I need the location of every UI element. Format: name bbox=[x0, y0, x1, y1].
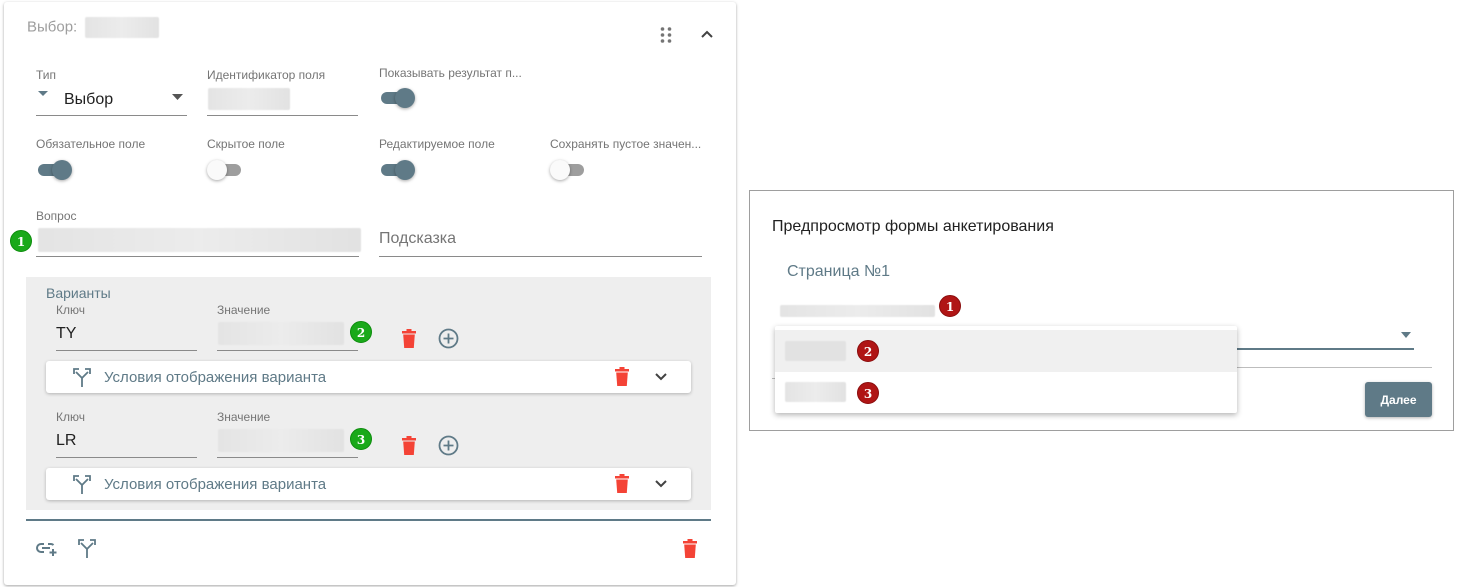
chevron-up-icon[interactable] bbox=[697, 24, 717, 44]
dropdown-option[interactable]: 2 bbox=[775, 330, 1237, 372]
variant-conditions-label: Условия отображения варианта bbox=[104, 369, 327, 386]
type-select-underline bbox=[36, 115, 187, 116]
preview-dropdown-menu: 2 3 bbox=[775, 326, 1237, 413]
preview-select-underline bbox=[1236, 348, 1414, 350]
page-title: Страница №1 bbox=[787, 263, 891, 280]
card-title-prefix: Выбор: bbox=[27, 18, 78, 36]
next-button[interactable]: Далее bbox=[1365, 382, 1432, 417]
dropdown-option[interactable]: 3 bbox=[775, 371, 1237, 413]
variant-value-underline bbox=[217, 457, 358, 458]
add-circle-icon[interactable] bbox=[438, 328, 459, 349]
field-editor-card: Выбор: Тип Выбор Идентификатор поля Пока… bbox=[4, 2, 736, 585]
field-id-input[interactable] bbox=[208, 88, 290, 110]
variant-conditions-bar[interactable]: Условия отображения варианта bbox=[46, 361, 691, 393]
redacted-field-name bbox=[85, 17, 160, 38]
fork-icon bbox=[73, 475, 91, 494]
form-preview-panel: Предпросмотр формы анкетирования Страниц… bbox=[749, 190, 1454, 431]
variants-panel: Варианты Ключ TY Значение 2 Условия отоб… bbox=[26, 277, 711, 510]
preview-divider bbox=[1236, 367, 1432, 368]
question-badge: 1 bbox=[10, 230, 32, 252]
preview-question-badge: 1 bbox=[939, 295, 961, 317]
variant-badge: 2 bbox=[350, 321, 372, 343]
variant-value-label: Значение bbox=[217, 410, 271, 424]
question-label: Вопрос bbox=[36, 209, 77, 223]
chevron-down-icon[interactable] bbox=[654, 479, 668, 489]
trash-icon[interactable] bbox=[401, 436, 417, 455]
option-text bbox=[785, 382, 846, 402]
save-empty-label: Сохранять пустое значен... bbox=[550, 137, 702, 151]
option-badge: 2 bbox=[857, 340, 879, 362]
required-label: Обязательное поле bbox=[36, 137, 146, 151]
option-badge: 3 bbox=[857, 382, 879, 404]
show-result-label: Показывать результат п... bbox=[379, 66, 522, 80]
variant-key-input[interactable]: LR bbox=[56, 432, 76, 450]
option-text bbox=[785, 341, 846, 361]
field-id-label: Идентификатор поля bbox=[207, 68, 326, 82]
variant-key-input[interactable]: TY bbox=[56, 325, 76, 343]
variant-conditions-bar[interactable]: Условия отображения варианта bbox=[46, 468, 691, 500]
hint-input[interactable]: Подсказка bbox=[379, 230, 456, 248]
variant-key-underline bbox=[56, 350, 197, 351]
variant-conditions-label: Условия отображения варианта bbox=[104, 476, 327, 493]
dropdown-arrow-icon[interactable] bbox=[1401, 332, 1411, 338]
preview-title: Предпросмотр формы анкетирования bbox=[772, 218, 1054, 235]
variant-key-underline bbox=[56, 457, 197, 458]
field-id-underline bbox=[207, 115, 358, 116]
link-add-icon[interactable] bbox=[36, 540, 58, 556]
hidden-label: Скрытое поле bbox=[207, 137, 285, 151]
question-underline bbox=[36, 256, 359, 257]
fork-icon bbox=[73, 368, 91, 387]
caret-down-icon bbox=[38, 91, 48, 96]
variant-badge: 3 bbox=[350, 428, 372, 450]
trash-icon[interactable] bbox=[614, 474, 630, 493]
drag-handle-icon[interactable] bbox=[659, 26, 673, 44]
save-empty-toggle[interactable] bbox=[550, 160, 586, 180]
hint-underline bbox=[379, 256, 702, 257]
chevron-down-icon[interactable] bbox=[654, 372, 668, 382]
preview-question-label bbox=[780, 305, 935, 317]
variant-value-input[interactable] bbox=[218, 429, 344, 452]
variant-value-label: Значение bbox=[217, 303, 271, 317]
variant-value-input[interactable] bbox=[218, 322, 344, 345]
variant-key-label: Ключ bbox=[56, 303, 85, 317]
type-select-value[interactable]: Выбор bbox=[64, 91, 113, 109]
editable-toggle[interactable] bbox=[379, 160, 415, 180]
dropdown-arrow-icon[interactable] bbox=[172, 94, 183, 100]
add-circle-icon[interactable] bbox=[438, 435, 459, 456]
question-input[interactable] bbox=[38, 228, 361, 252]
variant-key-label: Ключ bbox=[56, 410, 85, 424]
required-toggle[interactable] bbox=[36, 160, 72, 180]
editable-label: Редактируемое поле bbox=[379, 137, 495, 151]
card-title: Выбор: bbox=[27, 17, 160, 38]
fork-icon[interactable] bbox=[78, 538, 96, 558]
variant-value-underline bbox=[217, 350, 358, 351]
trash-icon[interactable] bbox=[614, 367, 630, 386]
show-result-toggle[interactable] bbox=[379, 88, 415, 108]
hidden-toggle[interactable] bbox=[207, 160, 243, 180]
card-divider bbox=[26, 519, 711, 521]
variants-title: Варианты bbox=[46, 285, 111, 301]
delete-field-icon[interactable] bbox=[682, 539, 698, 558]
trash-icon[interactable] bbox=[401, 329, 417, 348]
type-label: Тип bbox=[36, 68, 57, 82]
